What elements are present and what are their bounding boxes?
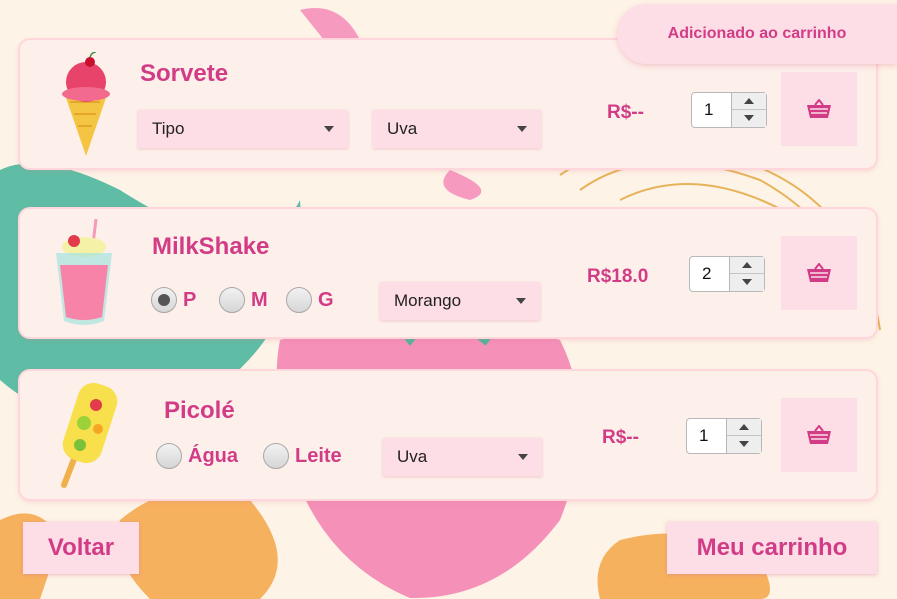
quantity-stepper[interactable]: 1 xyxy=(686,418,762,454)
chevron-down-icon xyxy=(516,298,526,304)
radio-button[interactable] xyxy=(286,287,312,313)
type-select[interactable]: Tipo xyxy=(138,110,348,148)
stepper-buttons xyxy=(726,419,761,453)
my-cart-button[interactable]: Meu carrinho xyxy=(667,522,877,574)
quantity-value: 1 xyxy=(699,426,709,445)
radio-button[interactable] xyxy=(219,287,245,313)
product-name: Sorvete xyxy=(140,60,229,87)
added-to-cart-toast: Adicionado ao carrinho xyxy=(617,4,897,64)
popsicle-icon xyxy=(61,382,118,488)
base-option-leite[interactable]: Leite xyxy=(263,443,342,469)
size-option-g[interactable]: G xyxy=(286,287,334,313)
increment-button[interactable] xyxy=(727,419,761,436)
stepper-buttons xyxy=(729,257,764,291)
radio-button[interactable] xyxy=(156,443,182,469)
price-label: R$18.0 xyxy=(587,266,649,287)
chevron-down-icon xyxy=(518,454,528,460)
base-label: Leite xyxy=(295,444,342,467)
base-label: Água xyxy=(188,444,238,467)
add-to-cart-button[interactable] xyxy=(781,236,857,310)
price-label: R$-- xyxy=(602,427,639,448)
ice-cream-cone-icon xyxy=(62,52,110,156)
select-value: Uva xyxy=(387,119,418,138)
back-button[interactable]: Voltar xyxy=(23,522,139,574)
basket-icon xyxy=(807,99,831,118)
increment-button[interactable] xyxy=(732,93,766,110)
size-label: G xyxy=(318,288,334,311)
price-label: R$-- xyxy=(607,102,644,123)
quantity-stepper[interactable]: 1 xyxy=(691,92,767,128)
flavor-select[interactable]: Uva xyxy=(373,110,541,148)
flavor-select[interactable]: Uva xyxy=(383,438,542,476)
basket-icon xyxy=(807,425,831,444)
radio-button[interactable] xyxy=(151,287,177,313)
product-card-milkshake: MilkShake P M G Morango R$18.0 2 xyxy=(20,209,876,337)
decrement-button[interactable] xyxy=(727,436,761,453)
decrement-button[interactable] xyxy=(732,110,766,127)
chevron-down-icon xyxy=(324,126,334,132)
flavor-select[interactable]: Morango xyxy=(380,282,540,320)
increment-button[interactable] xyxy=(730,257,764,274)
size-label: M xyxy=(251,288,268,311)
select-value: Morango xyxy=(394,291,462,310)
size-option-m[interactable]: M xyxy=(219,287,268,313)
add-to-cart-button[interactable] xyxy=(781,398,857,472)
decrement-button[interactable] xyxy=(730,274,764,291)
quantity-value: 2 xyxy=(702,264,712,283)
size-label: P xyxy=(183,288,197,311)
base-option-agua[interactable]: Água xyxy=(156,443,238,469)
product-card-picole: Picolé Água Leite Uva R$-- 1 xyxy=(20,371,876,499)
chevron-down-icon xyxy=(517,126,527,132)
stepper-buttons xyxy=(731,93,766,127)
select-value: Tipo xyxy=(152,119,185,138)
quantity-stepper[interactable]: 2 xyxy=(689,256,765,292)
milkshake-icon xyxy=(56,218,112,325)
product-name: MilkShake xyxy=(152,233,270,260)
radio-button[interactable] xyxy=(263,443,289,469)
size-option-p[interactable]: P xyxy=(151,287,196,313)
select-value: Uva xyxy=(397,447,428,466)
quantity-value: 1 xyxy=(704,100,714,119)
product-name: Picolé xyxy=(164,397,235,424)
basket-icon xyxy=(807,263,831,282)
add-to-cart-button[interactable] xyxy=(781,72,857,146)
